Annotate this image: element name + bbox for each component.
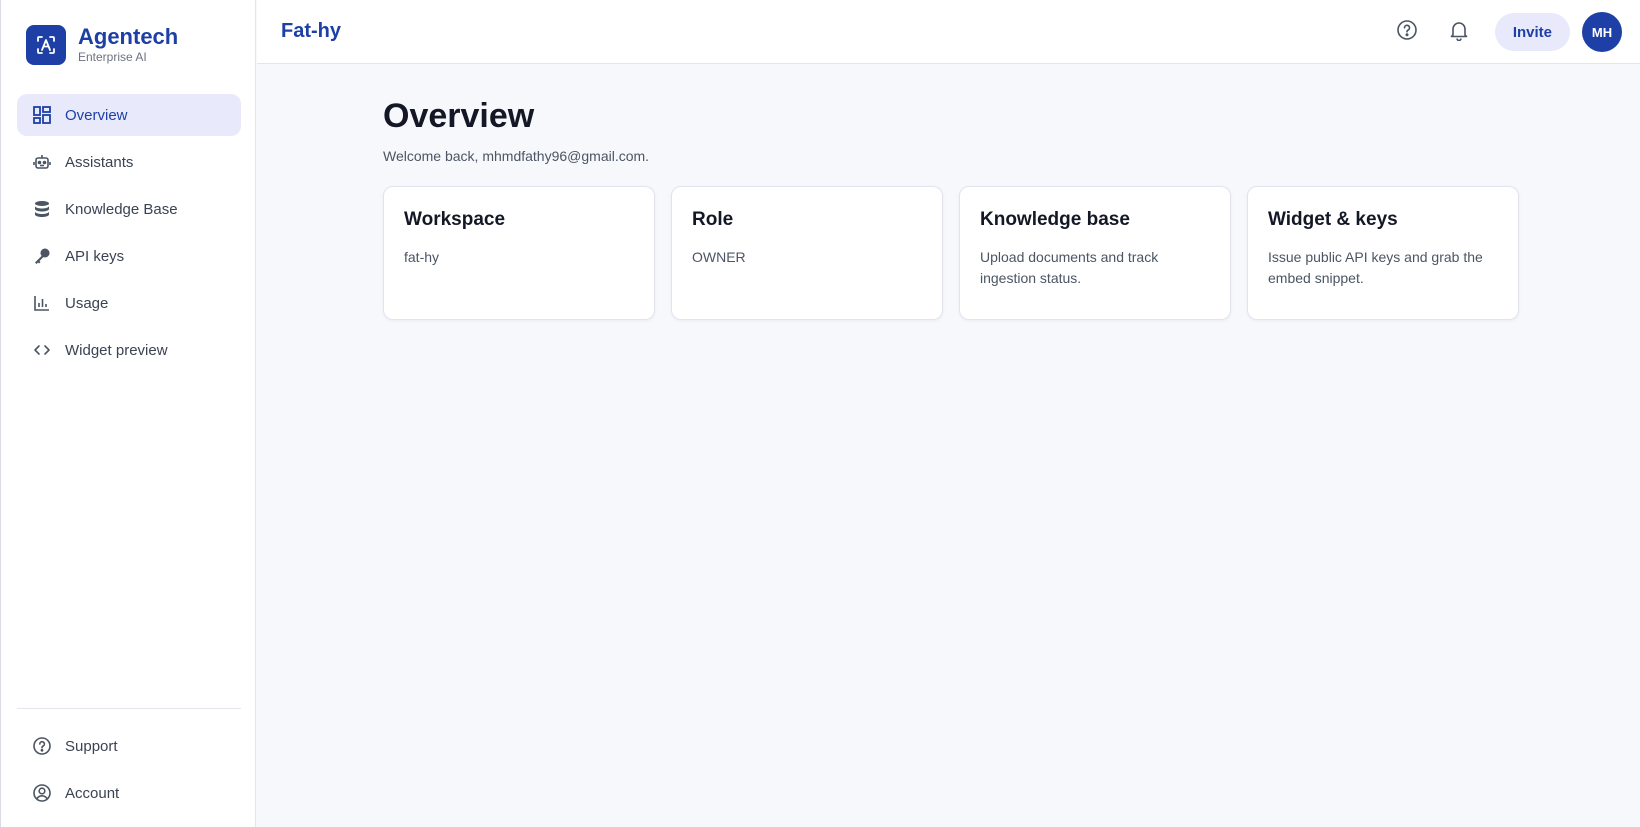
top-bar: Fat-hy Invite MH — [257, 0, 1640, 64]
card-workspace: Workspace fat-hy — [383, 186, 655, 320]
help-circle-icon — [32, 736, 52, 756]
sidebar: Agentech Enterprise AI Overview Assistan… — [0, 0, 256, 827]
sidebar-nav: Overview Assistants Knowledge Base API k… — [17, 94, 241, 376]
card-knowledge-base: Knowledge base Upload documents and trac… — [959, 186, 1231, 320]
sidebar-item-label: Assistants — [65, 153, 134, 171]
sidebar-item-label: Knowledge Base — [65, 200, 178, 218]
key-icon — [32, 246, 52, 266]
card-role: Role OWNER — [671, 186, 943, 320]
sidebar-item-label: Overview — [65, 106, 128, 124]
database-icon — [32, 199, 52, 219]
sidebar-bottom-nav: Support Account — [17, 725, 241, 819]
card-body: fat-hy — [404, 249, 440, 265]
page-title: Overview — [383, 97, 535, 135]
sidebar-item-widget-preview[interactable]: Widget preview — [17, 329, 241, 371]
overview-cards: Workspace fat-hy Role OWNER Knowledge ba… — [383, 186, 1519, 320]
bell-icon — [1448, 19, 1470, 46]
sidebar-item-account[interactable]: Account — [17, 772, 241, 814]
workspace-title: Fat-hy — [281, 20, 341, 42]
bar-chart-icon — [32, 293, 52, 313]
sidebar-divider — [17, 708, 241, 709]
card-title: Role — [692, 209, 734, 230]
sidebar-item-label: Widget preview — [65, 341, 168, 359]
sidebar-item-api-keys[interactable]: API keys — [17, 235, 241, 277]
notifications-button[interactable] — [1439, 12, 1479, 52]
brand-subtitle: Enterprise AI — [78, 50, 147, 64]
card-title: Widget & keys — [1268, 209, 1398, 230]
sidebar-item-label: Account — [65, 784, 120, 802]
help-button[interactable] — [1387, 12, 1427, 52]
sidebar-item-overview[interactable]: Overview — [17, 94, 241, 136]
main-content: Overview Welcome back, mhmdfathy96@gmail… — [383, 96, 1519, 320]
card-title: Workspace — [404, 209, 506, 230]
code-icon — [32, 340, 52, 360]
sidebar-item-assistants[interactable]: Assistants — [17, 141, 241, 183]
user-circle-icon — [32, 783, 52, 803]
card-body: OWNER — [692, 249, 746, 265]
welcome-message: Welcome back, mhmdfathy96@gmail.com. — [383, 148, 650, 164]
sidebar-item-knowledge-base[interactable]: Knowledge Base — [17, 188, 241, 230]
brand[interactable]: Agentech Enterprise AI — [26, 25, 178, 65]
robot-icon — [32, 152, 52, 172]
card-title: Knowledge base — [980, 209, 1130, 230]
sidebar-item-support[interactable]: Support — [17, 725, 241, 767]
top-actions: Invite MH — [1387, 12, 1622, 52]
avatar[interactable]: MH — [1582, 12, 1622, 52]
sidebar-item-label: Usage — [65, 294, 109, 312]
invite-button[interactable]: Invite — [1494, 13, 1570, 51]
dashboard-icon — [32, 105, 52, 125]
help-circle-icon — [1396, 19, 1418, 46]
agentech-logo-icon — [26, 25, 66, 65]
card-widget-keys: Widget & keys Issue public API keys and … — [1247, 186, 1519, 320]
brand-name: Agentech — [78, 24, 179, 49]
card-body: Issue public API keys and grab the embed… — [1268, 249, 1483, 286]
sidebar-item-label: API keys — [65, 247, 125, 265]
sidebar-item-usage[interactable]: Usage — [17, 282, 241, 324]
card-body: Upload documents and track ingestion sta… — [980, 249, 1159, 286]
sidebar-item-label: Support — [65, 737, 118, 755]
